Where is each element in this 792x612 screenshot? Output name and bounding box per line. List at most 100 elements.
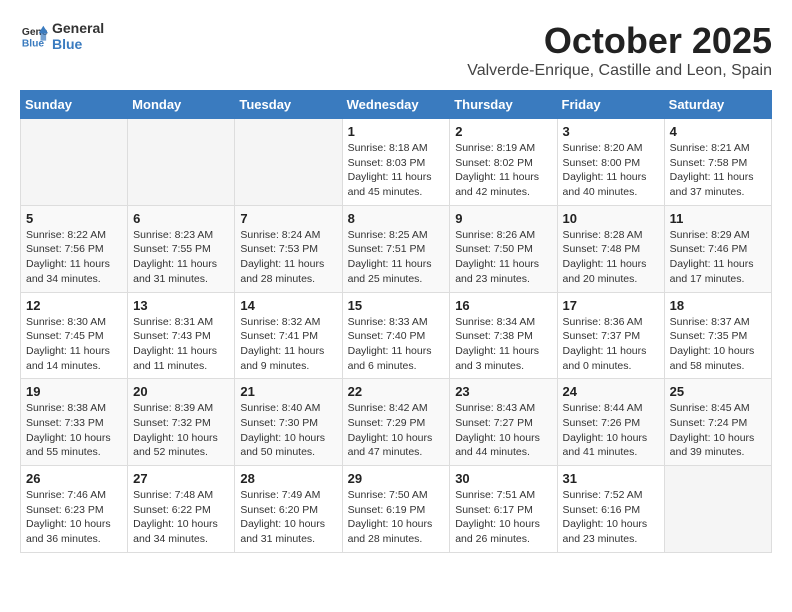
day-number: 17 [563, 298, 659, 313]
day-info: Sunrise: 8:18 AM Sunset: 8:03 PM Dayligh… [348, 141, 445, 200]
day-number: 26 [26, 471, 122, 486]
page-header: General Blue General Blue October 2025 V… [20, 20, 772, 80]
day-number: 24 [563, 384, 659, 399]
day-info: Sunrise: 8:20 AM Sunset: 8:00 PM Dayligh… [563, 141, 659, 200]
day-number: 10 [563, 211, 659, 226]
day-info: Sunrise: 7:49 AM Sunset: 6:20 PM Dayligh… [240, 488, 336, 547]
day-number: 21 [240, 384, 336, 399]
day-number: 29 [348, 471, 445, 486]
calendar-cell: 27 Sunrise: 7:48 AM Sunset: 6:22 PM Dayli… [128, 466, 235, 553]
day-info: Sunrise: 8:40 AM Sunset: 7:30 PM Dayligh… [240, 401, 336, 460]
calendar-cell: 18Sunrise: 8:37 AM Sunset: 7:35 PM Dayli… [664, 292, 771, 379]
calendar-cell: 12 Sunrise: 8:30 AM Sunset: 7:45 PM Dayli… [21, 292, 128, 379]
calendar-week-row: 26 Sunrise: 7:46 AM Sunset: 6:23 PM Dayli… [21, 466, 772, 553]
calendar-cell: 26 Sunrise: 7:46 AM Sunset: 6:23 PM Dayli… [21, 466, 128, 553]
day-info: Sunrise: 8:42 AM Sunset: 7:29 PM Dayligh… [348, 401, 445, 460]
day-number: 28 [240, 471, 336, 486]
calendar-week-row: 12 Sunrise: 8:30 AM Sunset: 7:45 PM Dayli… [21, 292, 772, 379]
calendar-cell: 22Sunrise: 8:42 AM Sunset: 7:29 PM Dayli… [342, 379, 450, 466]
day-number: 4 [670, 124, 766, 139]
title-section: October 2025 Valverde-Enrique, Castille … [467, 20, 772, 80]
day-info: Sunrise: 8:25 AM Sunset: 7:51 PM Dayligh… [348, 228, 445, 287]
day-number: 9 [455, 211, 551, 226]
day-info: Sunrise: 8:30 AM Sunset: 7:45 PM Dayligh… [26, 315, 122, 374]
calendar-cell: 25 Sunrise: 8:45 AM Sunset: 7:24 PM Dayli… [664, 379, 771, 466]
calendar-cell: 11 Sunrise: 8:29 AM Sunset: 7:46 PM Dayli… [664, 205, 771, 292]
day-number: 20 [133, 384, 229, 399]
day-info: Sunrise: 7:48 AM Sunset: 6:22 PM Dayligh… [133, 488, 229, 547]
logo-icon: General Blue [20, 22, 48, 50]
calendar-cell: 6Sunrise: 8:23 AM Sunset: 7:55 PM Daylig… [128, 205, 235, 292]
day-info: Sunrise: 8:24 AM Sunset: 7:53 PM Dayligh… [240, 228, 336, 287]
logo: General Blue General Blue [20, 20, 104, 52]
calendar-week-row: 5 Sunrise: 8:22 AM Sunset: 7:56 PM Daylig… [21, 205, 772, 292]
day-info: Sunrise: 8:32 AM Sunset: 7:41 PM Dayligh… [240, 315, 336, 374]
calendar-table: SundayMondayTuesdayWednesdayThursdayFrid… [20, 90, 772, 553]
calendar-cell: 9 Sunrise: 8:26 AM Sunset: 7:50 PM Daylig… [450, 205, 557, 292]
day-number: 31 [563, 471, 659, 486]
day-number: 8 [348, 211, 445, 226]
calendar-cell: 7 Sunrise: 8:24 AM Sunset: 7:53 PM Daylig… [235, 205, 342, 292]
day-info: Sunrise: 8:33 AM Sunset: 7:40 PM Dayligh… [348, 315, 445, 374]
day-number: 23 [455, 384, 551, 399]
calendar-cell: 5 Sunrise: 8:22 AM Sunset: 7:56 PM Daylig… [21, 205, 128, 292]
calendar-cell: 8 Sunrise: 8:25 AM Sunset: 7:51 PM Daylig… [342, 205, 450, 292]
calendar-cell: 16 Sunrise: 8:34 AM Sunset: 7:38 PM Dayli… [450, 292, 557, 379]
weekday-header-row: SundayMondayTuesdayWednesdayThursdayFrid… [21, 91, 772, 119]
calendar-cell: 3 Sunrise: 8:20 AM Sunset: 8:00 PM Daylig… [557, 119, 664, 206]
day-number: 12 [26, 298, 122, 313]
calendar-cell: 15 Sunrise: 8:33 AM Sunset: 7:40 PM Dayli… [342, 292, 450, 379]
calendar-cell: 2Sunrise: 8:19 AM Sunset: 8:02 PM Daylig… [450, 119, 557, 206]
logo-line1: General [52, 20, 104, 36]
day-info: Sunrise: 8:34 AM Sunset: 7:38 PM Dayligh… [455, 315, 551, 374]
day-info: Sunrise: 8:28 AM Sunset: 7:48 PM Dayligh… [563, 228, 659, 287]
weekday-header-monday: Monday [128, 91, 235, 119]
calendar-cell [128, 119, 235, 206]
day-number: 11 [670, 211, 766, 226]
calendar-cell: 1Sunrise: 8:18 AM Sunset: 8:03 PM Daylig… [342, 119, 450, 206]
day-number: 5 [26, 211, 122, 226]
calendar-cell: 30 Sunrise: 7:51 AM Sunset: 6:17 PM Dayli… [450, 466, 557, 553]
calendar-cell: 14 Sunrise: 8:32 AM Sunset: 7:41 PM Dayli… [235, 292, 342, 379]
day-number: 2 [455, 124, 551, 139]
day-info: Sunrise: 8:43 AM Sunset: 7:27 PM Dayligh… [455, 401, 551, 460]
day-number: 7 [240, 211, 336, 226]
day-number: 15 [348, 298, 445, 313]
calendar-cell: 24Sunrise: 8:44 AM Sunset: 7:26 PM Dayli… [557, 379, 664, 466]
calendar-cell: 23 Sunrise: 8:43 AM Sunset: 7:27 PM Dayli… [450, 379, 557, 466]
calendar-cell: 4 Sunrise: 8:21 AM Sunset: 7:58 PM Daylig… [664, 119, 771, 206]
calendar-cell [664, 466, 771, 553]
day-info: Sunrise: 8:45 AM Sunset: 7:24 PM Dayligh… [670, 401, 766, 460]
day-info: Sunrise: 8:22 AM Sunset: 7:56 PM Dayligh… [26, 228, 122, 287]
day-info: Sunrise: 7:46 AM Sunset: 6:23 PM Dayligh… [26, 488, 122, 547]
day-info: Sunrise: 8:37 AM Sunset: 7:35 PM Dayligh… [670, 315, 766, 374]
day-number: 14 [240, 298, 336, 313]
day-info: Sunrise: 8:21 AM Sunset: 7:58 PM Dayligh… [670, 141, 766, 200]
calendar-cell [235, 119, 342, 206]
day-info: Sunrise: 7:51 AM Sunset: 6:17 PM Dayligh… [455, 488, 551, 547]
day-info: Sunrise: 8:26 AM Sunset: 7:50 PM Dayligh… [455, 228, 551, 287]
day-info: Sunrise: 8:29 AM Sunset: 7:46 PM Dayligh… [670, 228, 766, 287]
calendar-week-row: 1Sunrise: 8:18 AM Sunset: 8:03 PM Daylig… [21, 119, 772, 206]
calendar-cell: 21 Sunrise: 8:40 AM Sunset: 7:30 PM Dayli… [235, 379, 342, 466]
day-info: Sunrise: 8:39 AM Sunset: 7:32 PM Dayligh… [133, 401, 229, 460]
day-info: Sunrise: 8:38 AM Sunset: 7:33 PM Dayligh… [26, 401, 122, 460]
calendar-cell: 13Sunrise: 8:31 AM Sunset: 7:43 PM Dayli… [128, 292, 235, 379]
day-number: 30 [455, 471, 551, 486]
calendar-cell: 10 Sunrise: 8:28 AM Sunset: 7:48 PM Dayli… [557, 205, 664, 292]
day-number: 25 [670, 384, 766, 399]
day-number: 19 [26, 384, 122, 399]
calendar-cell: 20 Sunrise: 8:39 AM Sunset: 7:32 PM Dayli… [128, 379, 235, 466]
day-number: 3 [563, 124, 659, 139]
day-info: Sunrise: 7:50 AM Sunset: 6:19 PM Dayligh… [348, 488, 445, 547]
weekday-header-wednesday: Wednesday [342, 91, 450, 119]
day-number: 16 [455, 298, 551, 313]
day-number: 27 [133, 471, 229, 486]
calendar-cell: 17Sunrise: 8:36 AM Sunset: 7:37 PM Dayli… [557, 292, 664, 379]
calendar-cell: 29 Sunrise: 7:50 AM Sunset: 6:19 PM Dayli… [342, 466, 450, 553]
weekday-header-tuesday: Tuesday [235, 91, 342, 119]
main-title: October 2025 [467, 20, 772, 62]
day-info: Sunrise: 8:31 AM Sunset: 7:43 PM Dayligh… [133, 315, 229, 374]
calendar-cell [21, 119, 128, 206]
calendar-cell: 19 Sunrise: 8:38 AM Sunset: 7:33 PM Dayli… [21, 379, 128, 466]
